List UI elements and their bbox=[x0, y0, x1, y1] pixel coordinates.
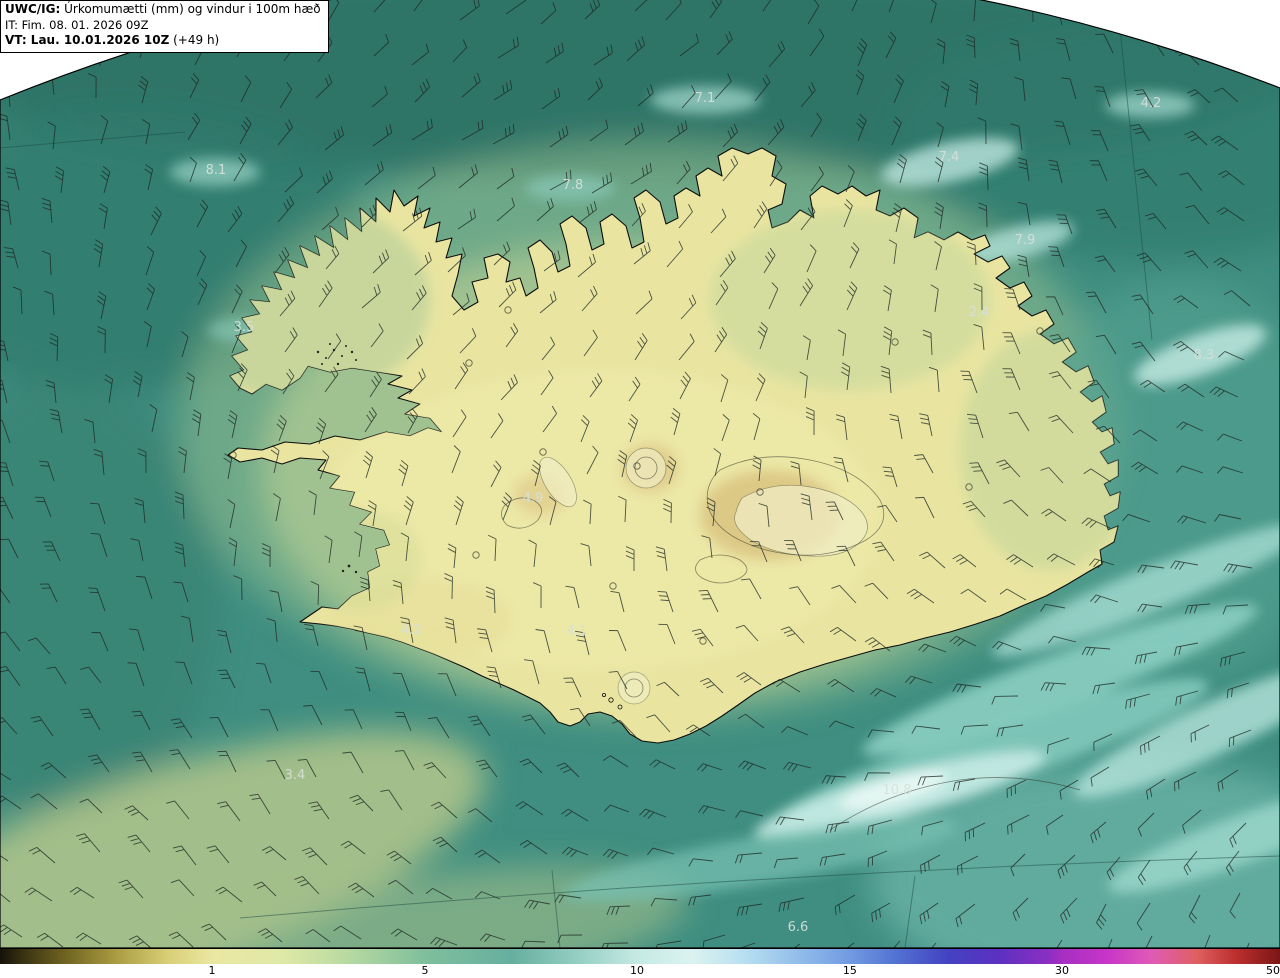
map-value-label: 4.9 bbox=[523, 491, 544, 506]
colorbar-tick-label: 10 bbox=[630, 964, 645, 977]
map-value-label: 3.4 bbox=[285, 768, 306, 783]
map-value-label: 6.6 bbox=[788, 920, 809, 935]
map-value-label: 7.1 bbox=[695, 91, 716, 106]
map-value-label: 2.4 bbox=[969, 305, 990, 320]
map-domain: 7.1 4.2 8.1 7.8 7.4 7.9 3.5 2.4 8.3 4.9 4.2 4.1 3.4 1… bbox=[0, 0, 1280, 948]
colorbar-tick-label: 1 bbox=[208, 964, 216, 977]
valid-time-line: VT: Lau. 10.01.2026 10Z (+49 h) bbox=[5, 33, 321, 49]
init-time: IT: Fim. 08. 01. 2026 09Z bbox=[5, 17, 149, 32]
colorbar-tick-label: 50 bbox=[1265, 964, 1280, 977]
colorbar-tick-label: 15 bbox=[842, 964, 857, 977]
title-line: UWC/IG: Úrkomumætti (mm) og vindur i 100… bbox=[5, 2, 321, 18]
colorbar-labels: 1 5 10 15 30 50 bbox=[0, 964, 1280, 978]
map-title: Úrkomumætti (mm) og vindur i 100m hæð bbox=[60, 2, 321, 16]
map-value-label: 7.4 bbox=[939, 150, 960, 165]
map-value-label: 7.8 bbox=[563, 178, 584, 193]
map-value-label: 7.9 bbox=[1015, 233, 1036, 248]
valid-time: VT: Lau. 10.01.2026 10Z bbox=[5, 33, 170, 47]
model-id: UWC/IG: bbox=[5, 2, 61, 16]
map-value-label: 8.3 bbox=[1194, 348, 1215, 363]
colorbar-gradient bbox=[0, 948, 1280, 964]
colorbar-tick-label: 5 bbox=[421, 964, 429, 977]
map-value-label: 3.5 bbox=[234, 320, 255, 335]
glacier-myrdalsjokull bbox=[617, 671, 651, 705]
glacier-hofsjokull bbox=[625, 447, 667, 489]
valid-time-offset: (+49 h) bbox=[169, 33, 220, 47]
map-value-label: 4.2 bbox=[1141, 96, 1162, 111]
colorbar-tick-label: 30 bbox=[1055, 964, 1070, 977]
map-value-label: 4.2 bbox=[401, 623, 422, 638]
map-area: 7.1 4.2 8.1 7.8 7.4 7.9 3.5 2.4 8.3 4.9 4.2 4.1 3.4 1… bbox=[0, 0, 1280, 948]
weather-map-page: 7.1 4.2 8.1 7.8 7.4 7.9 3.5 2.4 8.3 4.9 4.2 4.1 3.4 1… bbox=[0, 0, 1280, 978]
map-legend-box: UWC/IG: Úrkomumætti (mm) og vindur i 100… bbox=[0, 0, 329, 53]
map-value-label: 10.8 bbox=[883, 783, 912, 798]
weather-map-canvas: 7.1 4.2 8.1 7.8 7.4 7.9 3.5 2.4 8.3 4.9 4.2 4.1 3.4 1… bbox=[0, 0, 1280, 948]
map-value-label: 8.1 bbox=[206, 163, 227, 178]
map-value-label: 4.1 bbox=[567, 624, 588, 639]
colorbar: 1 5 10 15 30 50 bbox=[0, 948, 1280, 978]
